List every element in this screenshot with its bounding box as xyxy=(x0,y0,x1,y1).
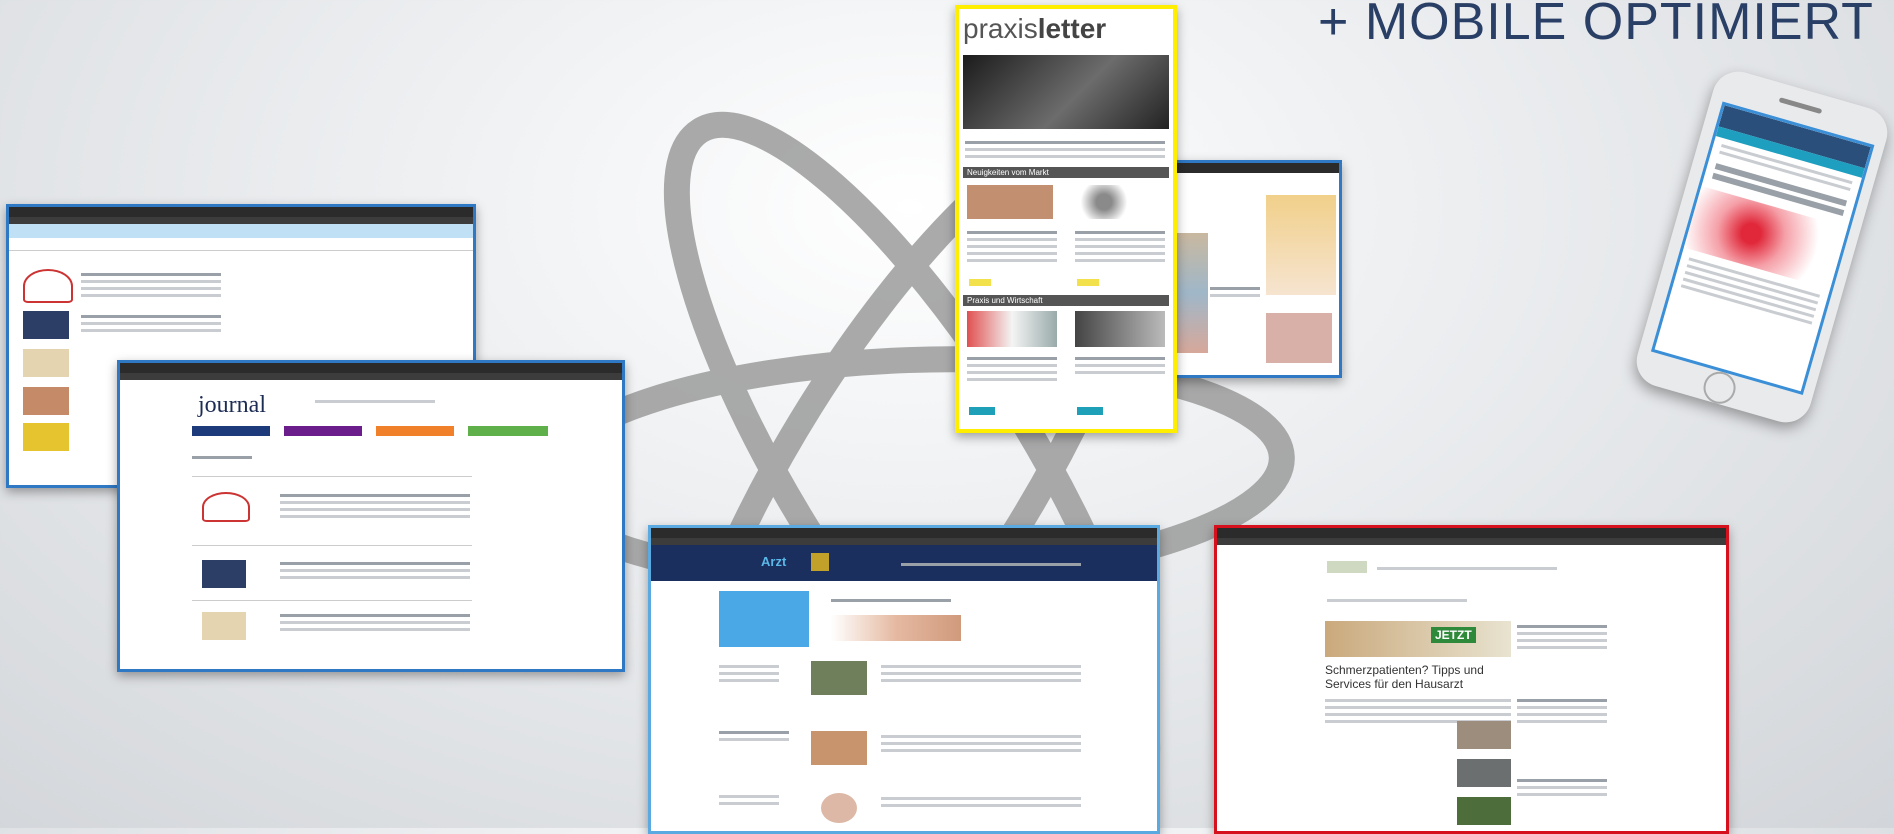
journal-logo: journal xyxy=(198,392,266,418)
jetzt-badge: JETZT xyxy=(1431,627,1476,643)
brand-bold: letter xyxy=(1037,13,1107,44)
browser-tab-bar xyxy=(1217,528,1726,538)
browser-address-bar xyxy=(651,538,1157,545)
arzt-logo: Arzt xyxy=(761,554,787,569)
nav-button[interactable] xyxy=(192,426,270,436)
browser-screenshot-pain-services: JETZT Schmerzpatienten? Tipps und Servic… xyxy=(1214,525,1729,834)
browser-tab-bar xyxy=(120,363,622,373)
nav-button[interactable] xyxy=(376,426,454,436)
nav-button[interactable] xyxy=(284,426,362,436)
section-header-market: Neuigkeiten vom Markt xyxy=(963,167,1169,178)
hero-image xyxy=(963,55,1169,129)
browser-screenshot-journal: journal xyxy=(117,360,625,672)
more-button[interactable] xyxy=(969,279,991,286)
browser-tab-bar xyxy=(1160,163,1339,173)
more-button[interactable] xyxy=(969,407,995,415)
brand-light: praxis xyxy=(963,13,1038,44)
praxisletter-newsletter: praxisletter Neuigkeiten vom Markt Praxi… xyxy=(955,5,1177,433)
mobile-optimized-headline: + MOBILE OPTIMIERT xyxy=(1318,0,1874,51)
browser-address-bar xyxy=(1217,538,1726,545)
heart-thumbnail xyxy=(202,492,250,522)
sidebar-menu[interactable] xyxy=(719,591,809,647)
browser-address-bar xyxy=(9,217,473,224)
praxisletter-logo: praxisletter xyxy=(963,13,1106,45)
browser-tab-bar xyxy=(651,528,1157,538)
more-button[interactable] xyxy=(1077,407,1103,415)
more-button[interactable] xyxy=(1077,279,1099,286)
article-headline: Schmerzpatienten? Tipps und Services für… xyxy=(1325,663,1484,691)
browser-address-bar xyxy=(120,373,622,380)
heart-thumbnail xyxy=(23,269,73,303)
browser-tab-bar xyxy=(9,207,473,217)
nav-button[interactable] xyxy=(468,426,548,436)
browser-screenshot-magazine xyxy=(1157,160,1342,378)
browser-screenshot-arzt-portal: Arzt xyxy=(648,525,1160,834)
section-header-business: Praxis und Wirtschaft xyxy=(963,295,1169,306)
